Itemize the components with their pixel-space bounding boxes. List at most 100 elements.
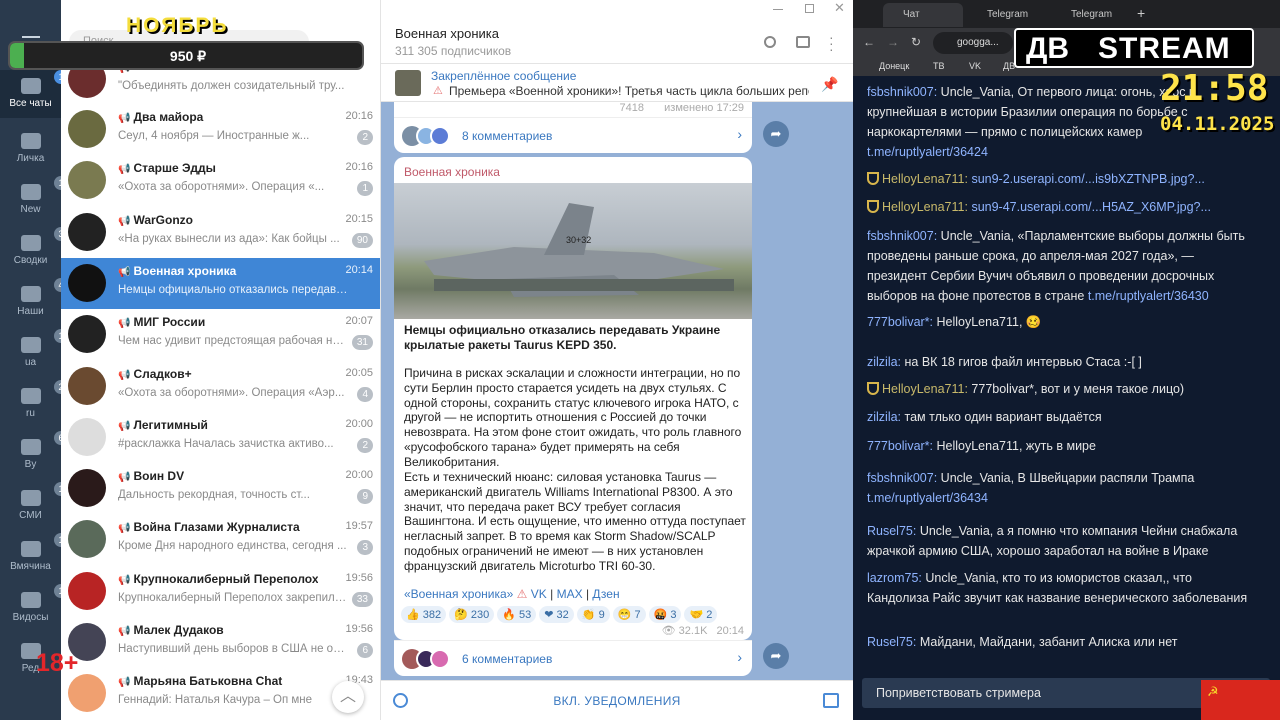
tab-telegram-1[interactable]: Telegram (967, 3, 1047, 27)
chat-header: Военная хроника 311 305 подписчиков · · · … (381, 0, 853, 64)
chat-username[interactable]: zilzila: (867, 355, 901, 369)
tab-chat[interactable]: Чат (883, 3, 963, 27)
search-icon[interactable] (764, 36, 776, 48)
chat-row[interactable]: 📢 WarGonzo 20:15 «На руках вынесли из ада»:… (61, 207, 380, 258)
chat-message: HelloyLena711: sun9-2.userapi.com/...is9… (867, 169, 1257, 189)
reaction-chip[interactable]: 👍 382 (401, 606, 447, 623)
folder-9[interactable]: 16 Вмячина (0, 533, 74, 581)
chat-name: 📢 Война Глазами Журналиста (118, 520, 300, 535)
forward-button[interactable]: ➦ (763, 643, 789, 669)
reaction-chip[interactable]: 🔥 53 (497, 606, 537, 623)
chat-username[interactable]: Rusel75: (867, 635, 916, 649)
pinned-message[interactable]: Закреплённое сообщение Премьера «Военной… (381, 64, 853, 102)
pin-list-icon[interactable]: 📌 (821, 76, 838, 93)
chat-list: Поиск 📢"Объединять должен созидательный … (61, 0, 381, 720)
chat-link[interactable]: t.me/ruptlyalert/36424 (867, 145, 988, 159)
unread-count: 2 (357, 130, 373, 145)
chat-username[interactable]: HelloyLena711: (882, 382, 968, 396)
new-tab-button[interactable]: + (1137, 5, 1145, 21)
chat-preview: Кроме Дня народного единства, сегодня ..… (118, 540, 347, 553)
chat-username[interactable]: lazrom75: (867, 571, 922, 585)
close-button[interactable]: ✕ (834, 0, 845, 16)
bookmark-item[interactable]: Донецк (879, 61, 909, 71)
reload-icon[interactable]: ↻ (911, 35, 921, 49)
maximize-button[interactable] (805, 4, 814, 13)
chat-username[interactable]: fsbshnik007: (867, 85, 937, 99)
chat-row[interactable]: 📢 Воин DV 20:00 Дальность рекордная, точнос… (61, 463, 380, 514)
chat-link[interactable]: t.me/ruptlyalert/36434 (867, 491, 988, 505)
folder-0[interactable]: 173 Все чаты (0, 70, 79, 118)
scroll-up-button[interactable]: ︿ (332, 681, 364, 713)
bookmark-item[interactable]: ТВ (933, 61, 945, 71)
folder-2[interactable]: 154 New (0, 176, 79, 224)
chat-link[interactable]: sun9-2.userapi.com/...is9bXZTNPB.jpg?... (971, 172, 1204, 186)
folder-7[interactable]: 6 By (0, 431, 69, 479)
folder-1[interactable]: Личка (0, 125, 61, 173)
chat-row[interactable]: 📢 Сладков+ 20:05 «Охота за оборотнями». Опе… (61, 361, 380, 412)
forward-button[interactable]: ➦ (763, 121, 789, 147)
chat-message: fsbshnik007: Uncle_Vania, «Парламентские… (867, 226, 1257, 306)
chat-username[interactable]: fsbshnik007: (867, 229, 937, 243)
back-icon[interactable]: ← (863, 35, 875, 49)
channel-link[interactable]: «Военная хроника» (404, 587, 513, 601)
chat-link[interactable]: t.me/ruptlyalert/36430 (1088, 289, 1209, 303)
chat-username[interactable]: HelloyLena711: (882, 172, 968, 186)
soviet-flag-icon: ☭ (1201, 680, 1280, 720)
chat-username[interactable]: 777bolivar*: (867, 315, 933, 329)
comments-link[interactable]: 8 комментариев (462, 129, 552, 143)
chat-link[interactable]: sun9-47.userapi.com/...H5AZ_X6MP.jpg?... (971, 200, 1210, 214)
max-link[interactable]: MAX (557, 587, 583, 601)
post-comments[interactable]: 6 комментариев › (394, 640, 752, 676)
chat-name: 📢 WarGonzo (118, 212, 194, 227)
chat-row[interactable]: 📢 Старше Эдды 20:16 «Охота за оборотнями». … (61, 155, 380, 206)
chat-username[interactable]: Rusel75: (867, 524, 916, 538)
folder-8[interactable]: 12 СМИ (0, 482, 74, 530)
megaphone-icon: 📢 (118, 318, 131, 330)
vk-link[interactable]: VK (531, 587, 547, 601)
chat-username[interactable]: zilzila: (867, 410, 901, 424)
folder-6[interactable]: 23 ru (0, 380, 74, 428)
chat-row[interactable]: 📢 Военная хроника 20:14 Немцы официально от… (61, 257, 380, 309)
forward-icon[interactable]: → (887, 35, 899, 49)
tab-telegram-2[interactable]: Telegram (1051, 3, 1131, 27)
chat-row[interactable]: 📢 Крупнокалиберный Переполох 19:56 Крупнока… (61, 566, 380, 617)
reaction-chip[interactable]: 🤬 3 (648, 606, 682, 623)
previous-post-comments[interactable]: 8 комментариев › (394, 117, 752, 153)
chat-time: 20:16 (345, 110, 373, 122)
folder-4[interactable]: 46 Наши (0, 278, 74, 326)
avatar (68, 674, 106, 713)
reaction-chip[interactable]: 👏 9 (576, 606, 610, 623)
folder-10[interactable]: 10 Видосы (0, 584, 74, 632)
megaphone-icon: 📢 (118, 215, 131, 227)
sidebar-toggle-icon[interactable] (796, 36, 810, 48)
reaction-chip[interactable]: 🤝 2 (684, 606, 718, 623)
jet-illustration: 30+32 (424, 203, 734, 297)
avatar (68, 366, 106, 405)
gift-icon[interactable] (823, 693, 839, 708)
more-icon[interactable]: · · · (829, 30, 834, 56)
reaction-chip[interactable]: ❤ 32 (539, 606, 574, 623)
chat-row[interactable]: 📢 Война Глазами Журналиста 19:57 Кроме Дня … (61, 514, 380, 565)
comments-link[interactable]: 6 комментариев (462, 652, 552, 666)
post-image[interactable]: 30+32 (394, 183, 752, 319)
chat-username[interactable]: 777bolivar*: (867, 439, 933, 453)
dzen-link[interactable]: Дзен (592, 587, 619, 601)
url-field[interactable]: googga... (933, 32, 1013, 54)
chat-row[interactable]: 📢 Два майора 20:16 Сеул, 4 ноября — Иностра… (61, 104, 380, 155)
minimize-button[interactable] (773, 9, 783, 10)
reaction-chip[interactable]: 😁 7 (612, 606, 646, 623)
bookmark-item[interactable]: VK (969, 61, 981, 71)
chat-row[interactable]: 📢 МИГ России 20:07 Чем нас удивит предстоящ… (61, 309, 380, 360)
chat-text: HelloyLena711, 🥴 (933, 315, 1042, 329)
folder-5[interactable]: 12 ua (0, 329, 74, 377)
reaction-chip[interactable]: 🤔 230 (449, 606, 495, 623)
shield-badge-icon (867, 382, 879, 395)
chat-row[interactable]: 📢 Легитимный 20:00 #расклажка Началась зачи… (61, 412, 380, 463)
folder-3[interactable]: 32 Сводки (0, 227, 74, 275)
stream-chat: fsbshnik007: Uncle_Vania, От первого лиц… (853, 76, 1280, 720)
chat-username[interactable]: fsbshnik007: (867, 471, 937, 485)
chat-row[interactable]: 📢 Малек Дудаков 19:56 Наступивший день выбо… (61, 617, 380, 668)
chat-username[interactable]: HelloyLena711: (882, 200, 968, 214)
commenter-avatars (402, 649, 454, 669)
notify-button[interactable]: ВКЛ. УВЕДОМЛЕНИЯ (381, 694, 853, 708)
